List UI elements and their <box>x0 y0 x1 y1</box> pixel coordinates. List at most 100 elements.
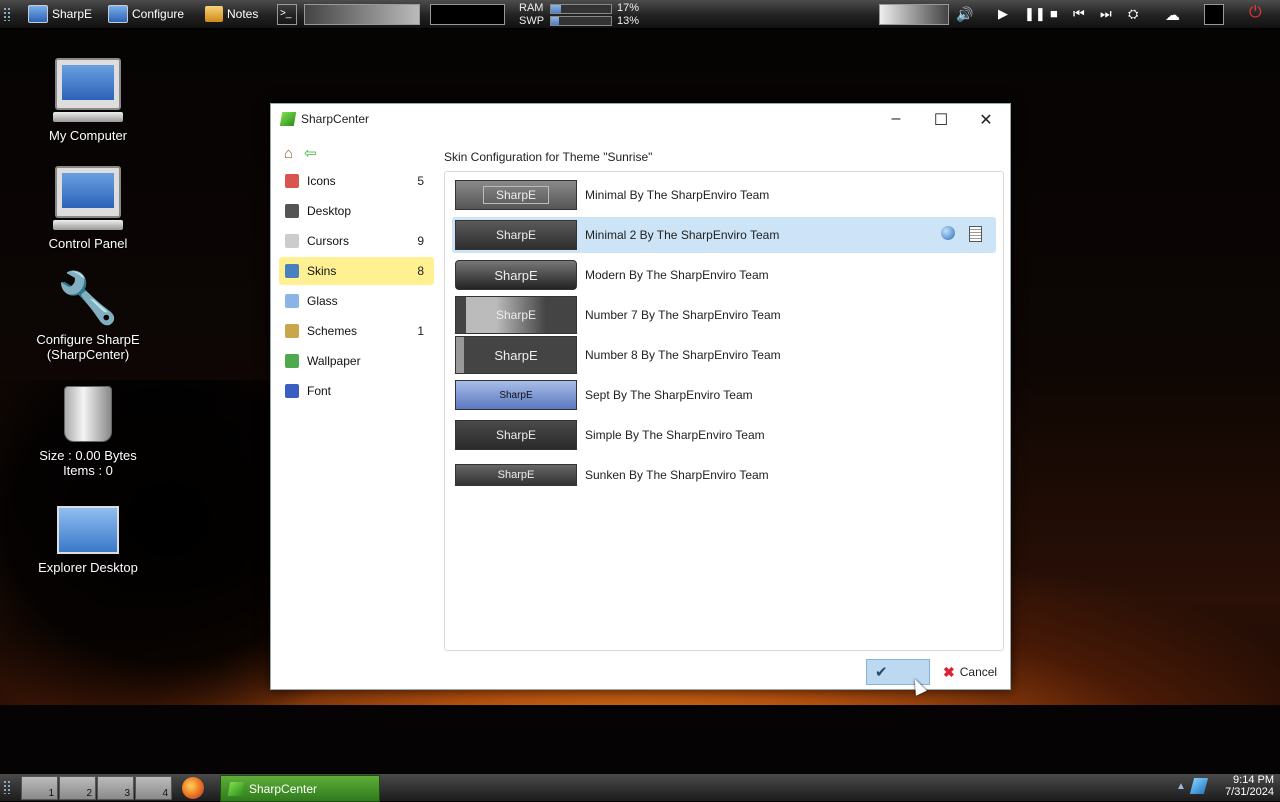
configure-button[interactable]: Configure <box>108 3 184 25</box>
desktop-icon-label: My Computer <box>48 128 128 143</box>
top-bar: SharpE Configure Notes >_ RAM SWP 17% 13… <box>0 0 1280 29</box>
firefox-icon[interactable] <box>182 777 204 799</box>
skin-preview: SharpE <box>455 180 577 210</box>
window-title: SharpCenter <box>301 112 370 126</box>
maximize-button[interactable]: ☐ <box>931 110 951 129</box>
pager-label: 2 <box>86 788 92 799</box>
skin-label: Sunken By The SharpEnviro Team <box>585 468 769 482</box>
skin-row-number-7[interactable]: SharpE Number 7 By The SharpEnviro Team <box>452 296 996 334</box>
desktop-pager-4[interactable]: 4 <box>135 776 172 800</box>
cancel-x-icon: ✖ <box>943 663 955 680</box>
sidebar-item-label: Font <box>307 384 332 398</box>
skin-preview: SharpE <box>455 260 577 290</box>
ram-meter-fill <box>551 5 562 13</box>
notes-button[interactable]: Notes <box>205 3 258 25</box>
checkmark-icon: ✔ <box>875 664 888 681</box>
skin-row-sunken[interactable]: SharpE Sunken By The SharpEnviro Team <box>452 457 996 493</box>
swp-label: SWP <box>519 15 545 27</box>
sidebar-item-count: 5 <box>417 174 424 188</box>
wallpaper-category-icon <box>285 354 299 368</box>
sidebar-item-cursors[interactable]: Cursors 9 <box>279 227 434 255</box>
sidebar-item-schemes[interactable]: Schemes 1 <box>279 317 434 345</box>
skin-row-minimal-2[interactable]: SharpE Minimal 2 By The SharpEnviro Team <box>452 217 996 253</box>
skin-preview: SharpE <box>455 336 577 374</box>
document-icon[interactable] <box>969 226 982 242</box>
desktop-category-icon <box>285 204 299 218</box>
desktop-icon-configure-sharpe[interactable]: 🔧 Configure SharpE (SharpCenter) <box>23 270 153 362</box>
sidebar-item-skins[interactable]: Skins 8 <box>279 257 434 285</box>
sidebar-item-count: 1 <box>417 324 424 338</box>
sidebar-item-font[interactable]: Font <box>279 377 434 405</box>
computer-icon <box>53 58 123 122</box>
skin-preview-label: SharpE <box>495 228 537 242</box>
sidebar-item-glass[interactable]: Glass <box>279 287 434 315</box>
desktop-icon-recycle-bin[interactable]: Size : 0.00 Bytes Items : 0 <box>23 386 153 478</box>
notes-label: Notes <box>227 7 259 21</box>
desktop-pager-1[interactable]: 1 <box>21 776 58 800</box>
sharpe-menu-button[interactable]: SharpE <box>28 3 92 25</box>
swp-meter-fill <box>551 17 559 25</box>
network-icon[interactable]: ⛭ <box>1128 6 1138 22</box>
stop-icon[interactable]: ■ <box>1050 6 1058 21</box>
skin-row-minimal[interactable]: SharpE Minimal By The SharpEnviro Team <box>452 177 996 213</box>
skin-label: Number 7 By The SharpEnviro Team <box>585 308 781 322</box>
close-button[interactable]: ✕ <box>976 110 996 129</box>
content-title: Skin Configuration for Theme "Sunrise" <box>444 150 653 164</box>
sidebar-item-icons[interactable]: Icons 5 <box>279 167 434 195</box>
pause-icon[interactable]: ❚❚ <box>1024 6 1046 22</box>
home-icon[interactable]: ⌂ <box>284 145 293 162</box>
skin-row-modern[interactable]: SharpE Modern By The SharpEnviro Team <box>452 257 996 293</box>
sidebar-item-label: Cursors <box>307 234 350 248</box>
volume-slider[interactable] <box>879 4 949 25</box>
desktop-icon-my-computer[interactable]: My Computer <box>23 58 153 143</box>
skin-preview-label: SharpE <box>494 347 538 363</box>
sidebar-item-label: Wallpaper <box>307 354 361 368</box>
menu-grip-icon[interactable] <box>3 7 11 21</box>
skin-preview-label: SharpE <box>499 389 533 401</box>
sidebar-item-wallpaper[interactable]: Wallpaper <box>279 347 434 375</box>
terminal-icon[interactable]: >_ <box>277 4 297 25</box>
weather-icon[interactable]: ☁ <box>1165 6 1180 24</box>
mute-icon[interactable]: 🔊 <box>956 6 973 23</box>
desktop-icon-label: Explorer Desktop <box>38 560 138 575</box>
next-icon[interactable]: ⏭ <box>1100 6 1112 22</box>
desktop-pager-3[interactable]: 3 <box>97 776 134 800</box>
cancel-button[interactable]: ✖ Cancel <box>943 659 1005 685</box>
skin-row-sept[interactable]: SharpE Sept By The SharpEnviro Team <box>452 377 996 413</box>
sidebar-item-label: Icons <box>307 174 336 188</box>
desktop-icon-control-panel[interactable]: Control Panel <box>23 166 153 251</box>
skin-row-simple[interactable]: SharpE Simple By The SharpEnviro Team <box>452 417 996 453</box>
taskbar-item-sharpcenter[interactable]: SharpCenter <box>220 775 380 802</box>
clock[interactable]: 9:14 PM 7/31/2024 <box>1225 774 1274 798</box>
console-icon[interactable] <box>1204 4 1224 25</box>
sidebar-item-label: Desktop <box>307 204 352 218</box>
media-progress-bar[interactable] <box>304 4 420 25</box>
sharpcenter-window: SharpCenter – ☐ ✕ ⌂ ⇦ Icons 5 Desktop Cur… <box>270 103 1011 696</box>
ram-meter <box>550 4 612 14</box>
globe-icon[interactable] <box>941 226 955 240</box>
pager-label: 1 <box>48 788 54 799</box>
tray-expand-icon[interactable]: ▲ <box>1176 781 1186 792</box>
skin-preview: SharpE <box>455 296 577 334</box>
wallpaper-ground <box>0 705 1280 775</box>
minimize-button[interactable]: – <box>886 110 906 128</box>
desktop-pager-2[interactable]: 2 <box>59 776 96 800</box>
play-icon[interactable]: ▶ <box>998 6 1008 22</box>
previous-icon[interactable]: ⏮ <box>1073 6 1085 22</box>
pager-label: 4 <box>162 788 168 799</box>
menu-grip-icon[interactable] <box>3 780 11 794</box>
back-arrow-icon[interactable]: ⇦ <box>304 144 317 162</box>
desktop-icon-explorer-desktop[interactable]: Explorer Desktop <box>23 506 153 575</box>
tray-app-icon[interactable] <box>1189 778 1209 794</box>
desktop-icon-label: Configure SharpE (SharpCenter) <box>36 332 140 362</box>
skin-row-number-8[interactable]: SharpE Number 8 By The SharpEnviro Team <box>452 336 996 374</box>
skin-preview: SharpE <box>455 420 577 450</box>
sidebar-item-label: Schemes <box>307 324 358 338</box>
power-icon[interactable]: ⏻ <box>1249 4 1262 22</box>
tools-icon: 🔧 <box>56 270 120 326</box>
sidebar-item-desktop[interactable]: Desktop <box>279 197 434 225</box>
skin-preview-label: SharpE <box>482 186 550 204</box>
pager-label: 3 <box>124 788 130 799</box>
skin-label: Minimal By The SharpEnviro Team <box>585 188 770 202</box>
notes-icon <box>205 6 223 22</box>
